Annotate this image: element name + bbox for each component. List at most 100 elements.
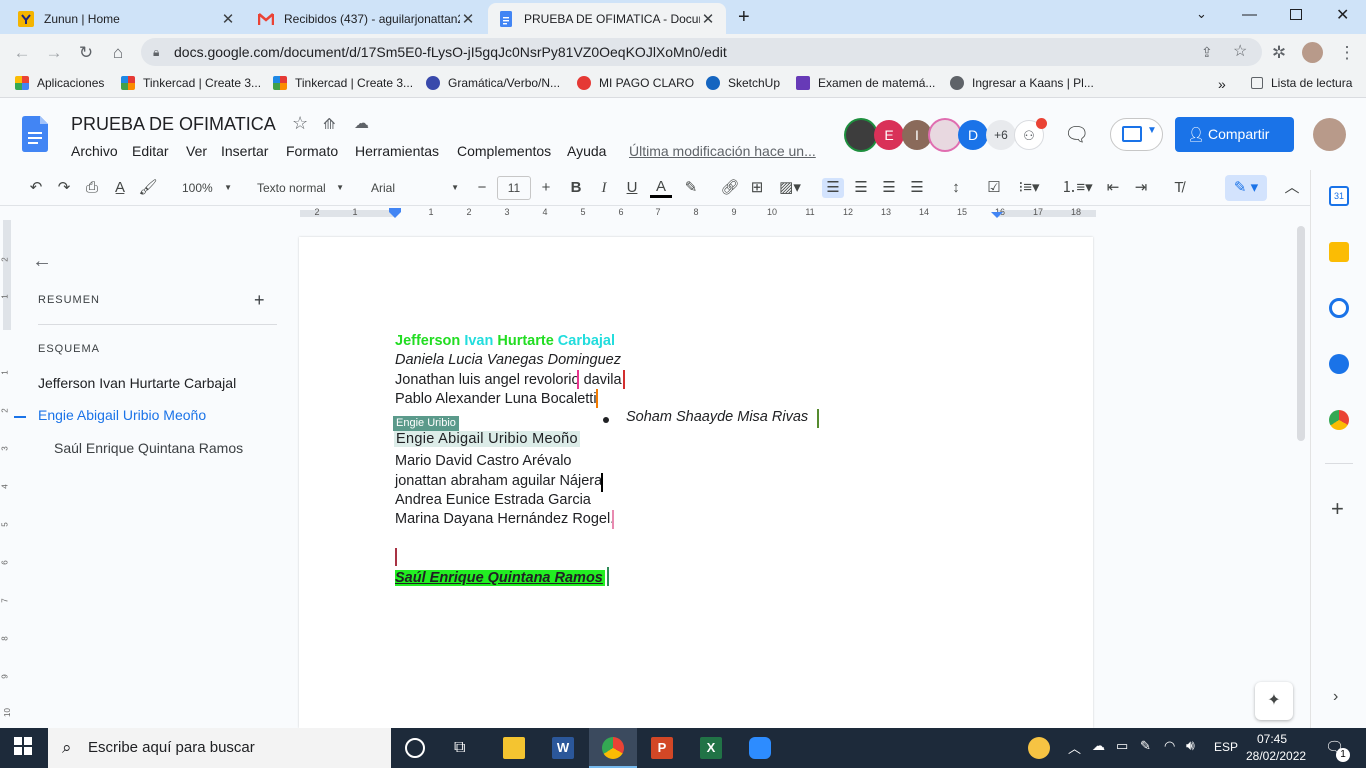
print-icon[interactable]: ⎙ [82, 178, 102, 198]
bookmark-apps[interactable]: Aplicaciones [15, 76, 104, 90]
document-page[interactable]: Jefferson Ivan Hurtarte Carbajal Daniela… [299, 237, 1093, 728]
bookmark-examen[interactable]: Examen de matemá... [796, 76, 935, 90]
bookmark-tinkercad-2[interactable]: Tinkercad | Create 3... [273, 76, 413, 90]
maps-icon[interactable] [1329, 410, 1349, 430]
share-button[interactable]: 👤︎ Compartir [1175, 117, 1294, 152]
avatar[interactable] [846, 120, 876, 150]
bullet-item[interactable]: Soham Shaayde Misa Rivas [626, 409, 808, 425]
bookmark-kaans[interactable]: Ingresar a Kaans | Pl... [950, 76, 1094, 90]
clock-date[interactable]: 28/02/2022 [1246, 749, 1306, 763]
forward-icon[interactable]: → [43, 42, 65, 64]
heading-line[interactable]: Jefferson Ivan Hurtarte Carbajal [395, 333, 615, 349]
bookmark-gramatica[interactable]: Gramática/Verbo/N... [426, 76, 560, 90]
line-spacing-icon[interactable]: ↕ [945, 178, 967, 198]
docs-logo-icon[interactable] [22, 116, 48, 155]
italic-icon[interactable]: I [594, 178, 614, 198]
decrease-indent-icon[interactable]: ⇤ [1103, 178, 1123, 198]
highlighted-heading[interactable]: Saúl Enrique Quintana Ramos [395, 570, 605, 586]
close-outline-icon[interactable]: ← [32, 250, 52, 273]
collapse-menus-icon[interactable]: ︿ [1282, 178, 1302, 198]
text-line[interactable]: Pablo Alexander Luna Bocaletti [395, 391, 597, 407]
chevron-up-icon[interactable]: ︿ [1068, 738, 1081, 757]
maximize-icon[interactable] [1290, 9, 1302, 20]
add-comment-icon[interactable]: ⊞ [747, 178, 767, 198]
doc-title[interactable]: PRUEBA DE OFIMATICA [71, 114, 276, 135]
word-icon[interactable]: W [552, 737, 574, 759]
present-button[interactable]: ▼ [1110, 118, 1163, 151]
underline-icon[interactable]: U [622, 178, 642, 198]
explore-icon[interactable]: ✦ [1255, 682, 1293, 720]
comments-icon[interactable]: 🗨︎ [1064, 122, 1089, 147]
outline-item[interactable]: Saúl Enrique Quintana Ramos [54, 440, 243, 456]
tasks-icon[interactable] [1329, 298, 1349, 318]
ime-icon[interactable]: ✎ [1140, 738, 1151, 754]
text-line[interactable]: Daniela Lucia Vanegas Dominguez [395, 352, 621, 368]
menu-archivo[interactable]: Archivo [71, 143, 118, 159]
onedrive-icon[interactable]: ☁ [1092, 738, 1105, 754]
avatar[interactable] [930, 120, 960, 150]
excel-icon[interactable]: X [700, 737, 722, 759]
expand-panel-icon[interactable]: › [1333, 688, 1338, 706]
menu-formato[interactable]: Formato [286, 143, 338, 159]
bookmark-sketchup[interactable]: SketchUp [706, 76, 780, 90]
text-line[interactable]: Jonathan luis angel revolorio davila [395, 372, 622, 388]
powerpoint-icon[interactable]: P [651, 737, 673, 759]
minimize-icon[interactable]: — [1242, 6, 1257, 23]
font-select[interactable]: Arial ▼ [359, 174, 463, 202]
more-collaborators[interactable]: +6 [986, 120, 1016, 150]
avatar[interactable]: D [958, 120, 988, 150]
tab-docs[interactable]: PRUEBA DE OFIMATICA - Docum ✕ [488, 3, 726, 34]
menu-ayuda[interactable]: Ayuda [567, 143, 606, 159]
increase-font-size-button[interactable]: + [536, 178, 556, 198]
zoom-app-icon[interactable] [749, 737, 771, 759]
back-icon[interactable]: ← [11, 42, 33, 64]
add-summary-icon[interactable]: + [254, 290, 265, 311]
account-avatar[interactable] [1313, 118, 1346, 151]
weather-icon[interactable] [1028, 737, 1050, 759]
avatar[interactable]: E [874, 120, 904, 150]
undo-icon[interactable]: ↶ [26, 178, 46, 198]
editing-mode-icon[interactable]: ✎ ▾ [1225, 175, 1267, 201]
browser-menu-icon[interactable]: ⋮ [1336, 42, 1358, 64]
bulleted-list-icon[interactable]: ⁝≡▾ [1011, 178, 1047, 198]
keep-icon[interactable] [1329, 242, 1349, 262]
increase-indent-icon[interactable]: ⇥ [1131, 178, 1151, 198]
text-color-icon[interactable]: A [650, 178, 672, 198]
contacts-icon[interactable] [1329, 354, 1349, 374]
style-select[interactable]: Texto normal ▼ [246, 174, 348, 202]
profile-avatar[interactable] [1302, 42, 1323, 63]
task-view-icon[interactable]: ⧉ [454, 737, 476, 759]
star-icon[interactable]: ☆ [292, 113, 308, 134]
tab-gmail[interactable]: Recibidos (437) - aguilarjonattan2 ✕ [248, 3, 486, 34]
share-page-icon[interactable]: ⇪ [1201, 38, 1213, 66]
avatar[interactable]: I [902, 120, 932, 150]
extensions-icon[interactable]: ✲ [1268, 42, 1290, 64]
right-indent-marker[interactable] [991, 212, 1003, 218]
paint-format-icon[interactable]: 🖌︎ [138, 178, 158, 198]
home-icon[interactable]: ⌂ [107, 42, 129, 64]
reading-list[interactable]: Lista de lectura [1251, 76, 1352, 90]
move-to-folder-icon[interactable]: ⟰ [323, 115, 336, 133]
scrollbar-thumb[interactable] [1297, 226, 1305, 441]
clear-formatting-icon[interactable]: T̸ [1169, 178, 1189, 198]
align-left-icon[interactable]: ☰ [822, 178, 844, 198]
insert-image-icon[interactable]: ▨▾ [775, 178, 805, 198]
volume-icon[interactable]: 🔊︎ [1186, 737, 1195, 754]
outline-item[interactable]: Jefferson Ivan Hurtarte Carbajal [38, 375, 236, 391]
tab-zunun[interactable]: Zunun | Home ✕ [8, 3, 246, 34]
spellcheck-icon[interactable]: A̲ [110, 178, 130, 198]
close-icon[interactable]: ✕ [700, 10, 716, 28]
cortana-icon[interactable] [405, 738, 425, 758]
bold-icon[interactable]: B [566, 178, 586, 198]
decrease-font-size-button[interactable]: − [472, 178, 492, 198]
text-line[interactable]: Marina Dayana Hernández Rogel. [395, 511, 614, 527]
bookmark-star-icon[interactable]: ☆ [1233, 38, 1247, 66]
left-indent-marker[interactable] [389, 212, 401, 218]
calendar-icon[interactable]: 31 [1329, 186, 1349, 206]
file-explorer-icon[interactable] [503, 737, 525, 759]
reload-icon[interactable]: ↻ [75, 42, 97, 64]
redo-icon[interactable]: ↷ [54, 178, 74, 198]
font-size-input[interactable]: 11 [497, 176, 531, 200]
window-close-icon[interactable]: ✕ [1336, 5, 1349, 25]
text-line[interactable]: Andrea Eunice Estrada Garcia [395, 492, 591, 508]
